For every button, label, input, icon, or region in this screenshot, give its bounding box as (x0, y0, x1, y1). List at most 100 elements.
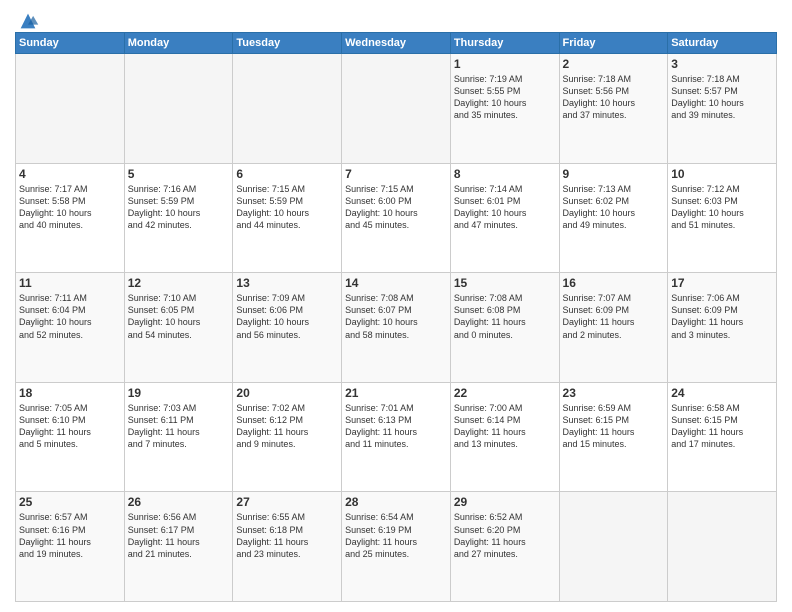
calendar-cell: 16 Sunrise: 7:07 AM Sunset: 6:09 PM Dayli… (559, 273, 668, 383)
calendar-cell: 1 Sunrise: 7:19 AM Sunset: 5:55 PM Daylig… (450, 54, 559, 164)
calendar-cell (559, 492, 668, 602)
calendar-week-1: 1 Sunrise: 7:19 AM Sunset: 5:55 PM Daylig… (16, 54, 777, 164)
calendar-cell: 14 Sunrise: 7:08 AM Sunset: 6:07 PM Dayli… (342, 273, 451, 383)
day-number: 7 (345, 167, 447, 181)
calendar-week-5: 25 Sunrise: 6:57 AM Sunset: 6:16 PM Dayli… (16, 492, 777, 602)
day-info: Sunrise: 7:18 AM Sunset: 5:57 PM Dayligh… (671, 73, 773, 122)
day-number: 23 (563, 386, 665, 400)
day-number: 15 (454, 276, 556, 290)
day-number: 14 (345, 276, 447, 290)
day-number: 29 (454, 495, 556, 509)
day-info: Sunrise: 7:16 AM Sunset: 5:59 PM Dayligh… (128, 183, 230, 232)
logo (15, 10, 39, 26)
day-number: 10 (671, 167, 773, 181)
day-info: Sunrise: 7:02 AM Sunset: 6:12 PM Dayligh… (236, 402, 338, 451)
day-info: Sunrise: 7:14 AM Sunset: 6:01 PM Dayligh… (454, 183, 556, 232)
calendar-cell: 28Sunrise: 6:54 AM Sunset: 6:19 PM Dayli… (342, 492, 451, 602)
calendar-cell: 10 Sunrise: 7:12 AM Sunset: 6:03 PM Dayli… (668, 163, 777, 273)
day-info: Sunrise: 7:08 AM Sunset: 6:07 PM Dayligh… (345, 292, 447, 341)
day-info: Sunrise: 7:03 AM Sunset: 6:11 PM Dayligh… (128, 402, 230, 451)
day-number: 9 (563, 167, 665, 181)
day-number: 18 (19, 386, 121, 400)
day-info: Sunrise: 7:12 AM Sunset: 6:03 PM Dayligh… (671, 183, 773, 232)
day-number: 25 (19, 495, 121, 509)
calendar-week-3: 11 Sunrise: 7:11 AM Sunset: 6:04 PM Dayli… (16, 273, 777, 383)
day-number: 22 (454, 386, 556, 400)
weekday-header-monday: Monday (124, 33, 233, 54)
calendar-cell: 18 Sunrise: 7:05 AM Sunset: 6:10 PM Dayli… (16, 382, 125, 492)
day-number: 16 (563, 276, 665, 290)
day-info: Sunrise: 7:10 AM Sunset: 6:05 PM Dayligh… (128, 292, 230, 341)
calendar-cell (233, 54, 342, 164)
calendar-week-2: 4 Sunrise: 7:17 AM Sunset: 5:58 PM Daylig… (16, 163, 777, 273)
day-info: Sunrise: 7:18 AM Sunset: 5:56 PM Dayligh… (563, 73, 665, 122)
day-number: 17 (671, 276, 773, 290)
day-info: Sunrise: 7:11 AM Sunset: 6:04 PM Dayligh… (19, 292, 121, 341)
day-info: Sunrise: 7:06 AM Sunset: 6:09 PM Dayligh… (671, 292, 773, 341)
day-info: Sunrise: 7:09 AM Sunset: 6:06 PM Dayligh… (236, 292, 338, 341)
calendar-cell: 7 Sunrise: 7:15 AM Sunset: 6:00 PM Daylig… (342, 163, 451, 273)
weekday-header-friday: Friday (559, 33, 668, 54)
day-number: 26 (128, 495, 230, 509)
calendar-cell: 11 Sunrise: 7:11 AM Sunset: 6:04 PM Dayli… (16, 273, 125, 383)
day-number: 11 (19, 276, 121, 290)
calendar-table: SundayMondayTuesdayWednesdayThursdayFrid… (15, 32, 777, 602)
calendar-cell: 19 Sunrise: 7:03 AM Sunset: 6:11 PM Dayli… (124, 382, 233, 492)
calendar-cell: 13 Sunrise: 7:09 AM Sunset: 6:06 PM Dayli… (233, 273, 342, 383)
day-number: 12 (128, 276, 230, 290)
calendar-cell (124, 54, 233, 164)
calendar-cell: 24 Sunrise: 6:58 AM Sunset: 6:15 PM Dayli… (668, 382, 777, 492)
calendar-cell: 26 Sunrise: 6:56 AM Sunset: 6:17 PM Dayli… (124, 492, 233, 602)
day-number: 19 (128, 386, 230, 400)
day-number: 24 (671, 386, 773, 400)
calendar-body: 1 Sunrise: 7:19 AM Sunset: 5:55 PM Daylig… (16, 54, 777, 602)
calendar-cell: 15 Sunrise: 7:08 AM Sunset: 6:08 PM Dayli… (450, 273, 559, 383)
day-info: Sunrise: 7:19 AM Sunset: 5:55 PM Dayligh… (454, 73, 556, 122)
day-info: Sunrise: 6:52 AM Sunset: 6:20 PM Dayligh… (454, 511, 556, 560)
day-info: Sunrise: 7:15 AM Sunset: 5:59 PM Dayligh… (236, 183, 338, 232)
day-info: Sunrise: 6:56 AM Sunset: 6:17 PM Dayligh… (128, 511, 230, 560)
day-info: Sunrise: 7:07 AM Sunset: 6:09 PM Dayligh… (563, 292, 665, 341)
day-number: 13 (236, 276, 338, 290)
calendar-cell: 22 Sunrise: 7:00 AM Sunset: 6:14 PM Dayli… (450, 382, 559, 492)
calendar-cell: 20 Sunrise: 7:02 AM Sunset: 6:12 PM Dayli… (233, 382, 342, 492)
day-number: 6 (236, 167, 338, 181)
calendar-cell: 3Sunrise: 7:18 AM Sunset: 5:57 PM Daylig… (668, 54, 777, 164)
calendar-cell (16, 54, 125, 164)
weekday-header-tuesday: Tuesday (233, 33, 342, 54)
calendar-cell: 29 Sunrise: 6:52 AM Sunset: 6:20 PM Dayli… (450, 492, 559, 602)
calendar-cell (342, 54, 451, 164)
day-info: Sunrise: 6:58 AM Sunset: 6:15 PM Dayligh… (671, 402, 773, 451)
day-info: Sunrise: 6:54 AM Sunset: 6:19 PM Dayligh… (345, 511, 447, 560)
day-info: Sunrise: 6:59 AM Sunset: 6:15 PM Dayligh… (563, 402, 665, 451)
page: SundayMondayTuesdayWednesdayThursdayFrid… (0, 0, 792, 612)
weekday-header-sunday: Sunday (16, 33, 125, 54)
weekday-row: SundayMondayTuesdayWednesdayThursdayFrid… (16, 33, 777, 54)
day-info: Sunrise: 7:05 AM Sunset: 6:10 PM Dayligh… (19, 402, 121, 451)
day-number: 1 (454, 57, 556, 71)
day-number: 8 (454, 167, 556, 181)
weekday-header-wednesday: Wednesday (342, 33, 451, 54)
day-info: Sunrise: 7:15 AM Sunset: 6:00 PM Dayligh… (345, 183, 447, 232)
calendar-cell: 2Sunrise: 7:18 AM Sunset: 5:56 PM Daylig… (559, 54, 668, 164)
calendar-cell: 8 Sunrise: 7:14 AM Sunset: 6:01 PM Daylig… (450, 163, 559, 273)
day-info: Sunrise: 7:17 AM Sunset: 5:58 PM Dayligh… (19, 183, 121, 232)
day-info: Sunrise: 7:01 AM Sunset: 6:13 PM Dayligh… (345, 402, 447, 451)
weekday-header-thursday: Thursday (450, 33, 559, 54)
day-info: Sunrise: 7:00 AM Sunset: 6:14 PM Dayligh… (454, 402, 556, 451)
day-number: 4 (19, 167, 121, 181)
logo-icon (17, 10, 39, 32)
calendar-cell (668, 492, 777, 602)
calendar-cell: 4 Sunrise: 7:17 AM Sunset: 5:58 PM Daylig… (16, 163, 125, 273)
calendar-cell: 25 Sunrise: 6:57 AM Sunset: 6:16 PM Dayli… (16, 492, 125, 602)
calendar-cell: 6 Sunrise: 7:15 AM Sunset: 5:59 PM Daylig… (233, 163, 342, 273)
day-number: 21 (345, 386, 447, 400)
calendar-cell: 21 Sunrise: 7:01 AM Sunset: 6:13 PM Dayli… (342, 382, 451, 492)
day-number: 20 (236, 386, 338, 400)
calendar-cell: 5Sunrise: 7:16 AM Sunset: 5:59 PM Daylig… (124, 163, 233, 273)
calendar-cell: 12 Sunrise: 7:10 AM Sunset: 6:05 PM Dayli… (124, 273, 233, 383)
calendar-cell: 23 Sunrise: 6:59 AM Sunset: 6:15 PM Dayli… (559, 382, 668, 492)
day-info: Sunrise: 6:57 AM Sunset: 6:16 PM Dayligh… (19, 511, 121, 560)
day-info: Sunrise: 7:08 AM Sunset: 6:08 PM Dayligh… (454, 292, 556, 341)
calendar-cell: 27Sunrise: 6:55 AM Sunset: 6:18 PM Dayli… (233, 492, 342, 602)
